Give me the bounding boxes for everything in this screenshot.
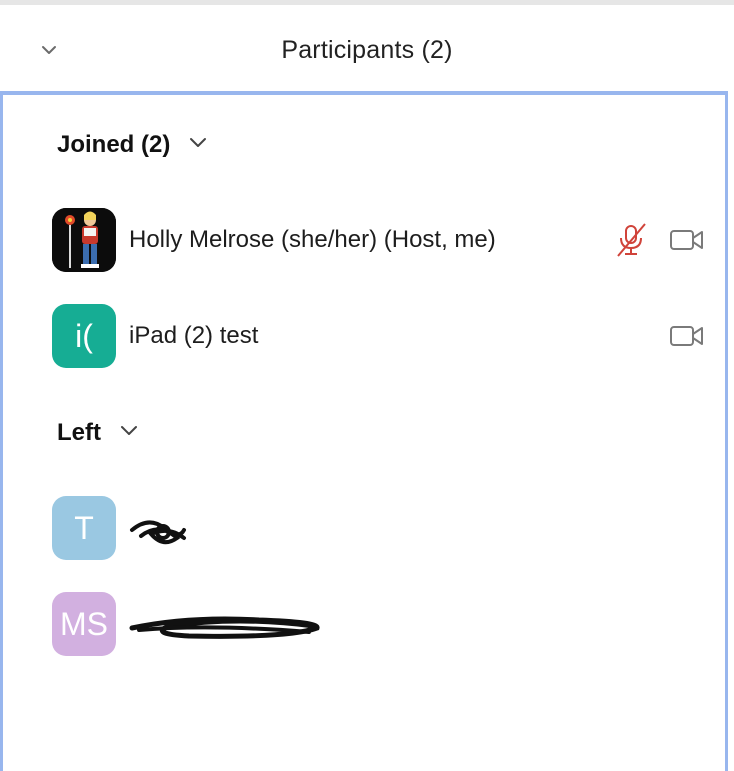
panel-title: Participants (2) bbox=[281, 36, 453, 64]
avatar bbox=[52, 208, 116, 272]
participant-row[interactable]: Holly Melrose (she/her) (Host, me) bbox=[52, 208, 722, 274]
avatar: i( bbox=[52, 304, 116, 368]
redaction-scribble bbox=[130, 520, 186, 545]
left-section-label: Left bbox=[57, 419, 101, 446]
mic-muted-icon[interactable] bbox=[614, 222, 648, 258]
avatar: T bbox=[52, 496, 116, 560]
participant-name: Holly Melrose (she/her) (Host, me) bbox=[129, 226, 496, 253]
participant-name: iPad (2) test bbox=[129, 322, 259, 349]
participant-row[interactable]: i( iPad (2) test bbox=[52, 304, 722, 370]
chevron-down-icon bbox=[118, 419, 140, 448]
chevron-down-icon bbox=[187, 131, 209, 160]
redaction-scribble bbox=[129, 616, 320, 639]
participant-row[interactable]: MS bbox=[52, 592, 722, 658]
video-camera-icon[interactable] bbox=[669, 228, 705, 252]
participant-row[interactable]: T bbox=[52, 496, 722, 562]
joined-section-toggle[interactable]: Joined (2) bbox=[57, 131, 209, 160]
left-section-toggle[interactable]: Left bbox=[57, 419, 140, 448]
participants-header: Participants (2) bbox=[0, 5, 734, 91]
video-camera-icon[interactable] bbox=[669, 324, 705, 348]
joined-section-label: Joined (2) bbox=[57, 131, 171, 158]
avatar: MS bbox=[52, 592, 116, 656]
participants-panel: Joined (2) Holly Melrose (she/her) (Host… bbox=[0, 91, 728, 771]
